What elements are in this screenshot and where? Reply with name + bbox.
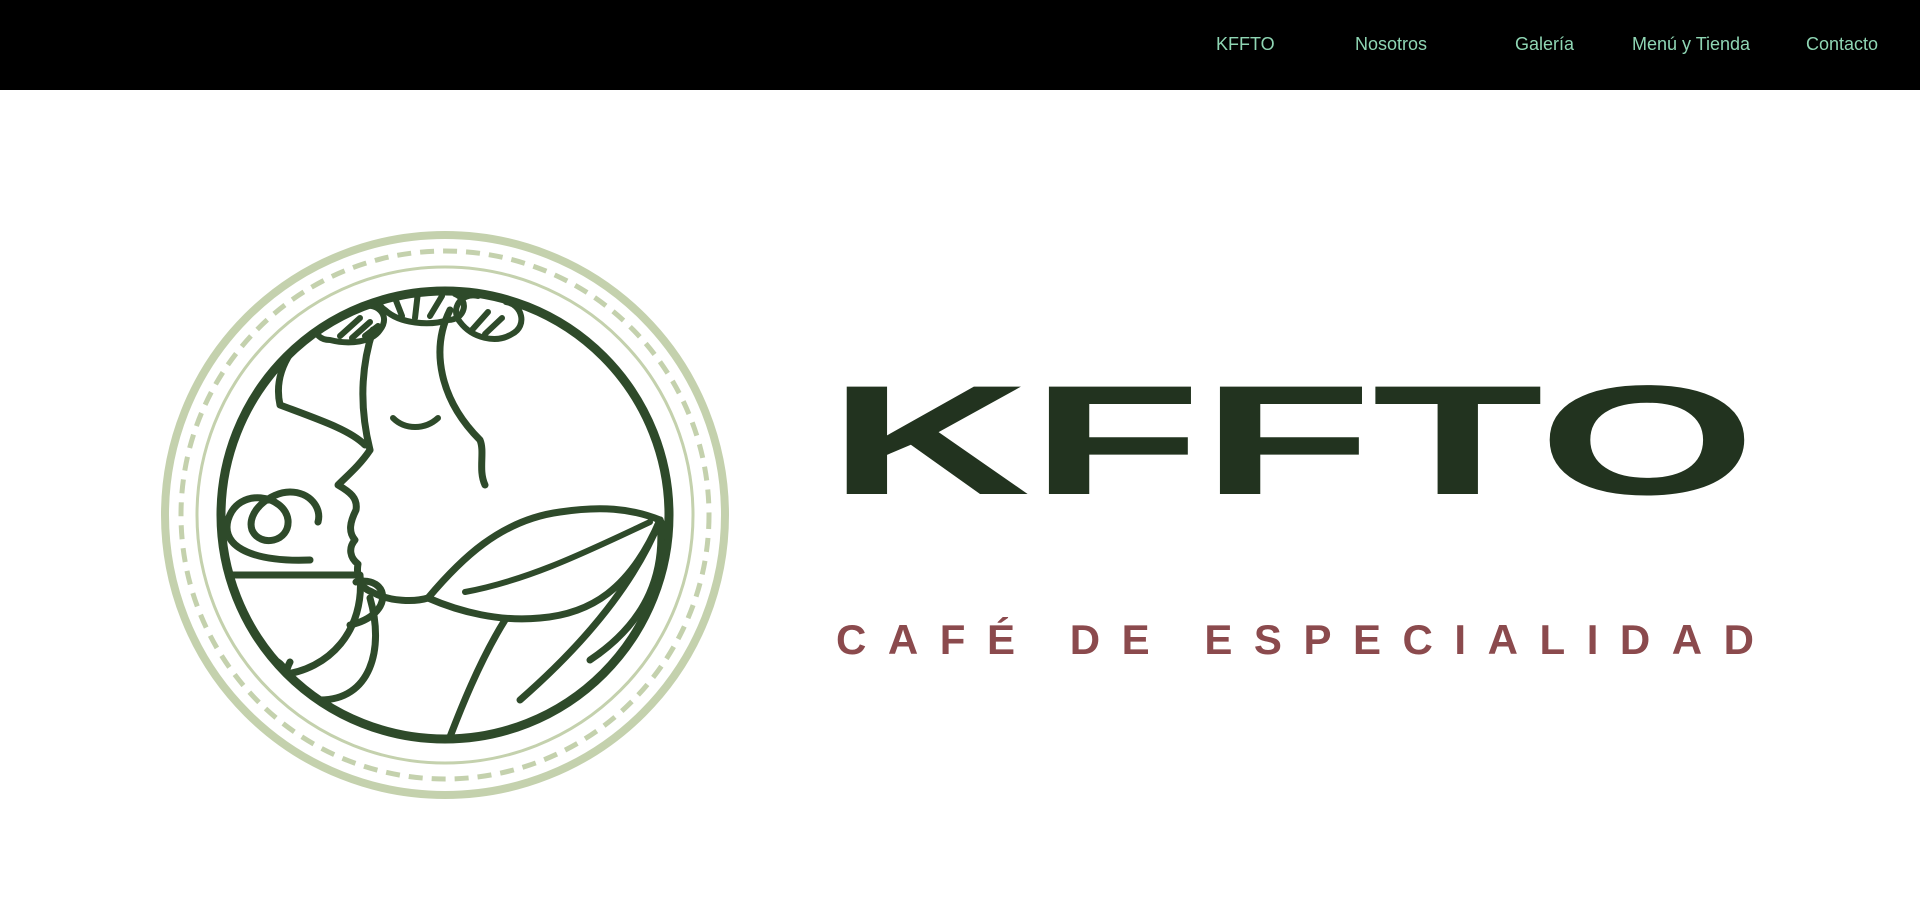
top-navigation-bar: KFFTO Nosotros Galería Menú y Tienda Con…	[0, 0, 1920, 90]
nav-link-nosotros[interactable]: Nosotros	[1355, 0, 1427, 90]
woman-with-coffee-cup-emblem-icon	[161, 231, 729, 799]
nav-link-menu-y-tienda[interactable]: Menú y Tienda	[1632, 0, 1750, 90]
nav-link-contacto[interactable]: Contacto	[1806, 0, 1878, 90]
hero-section: KFFTO CAFÉ DE ESPECIALIDAD	[0, 90, 1920, 924]
nav-link-galeria[interactable]: Galería	[1515, 0, 1574, 90]
brand-wordmark: KFFTO	[828, 382, 1756, 500]
tagline: CAFÉ DE ESPECIALIDAD	[836, 616, 1754, 660]
tagline-text: CAFÉ DE ESPECIALIDAD	[836, 616, 1754, 660]
nav-link-kffto[interactable]: KFFTO	[1216, 0, 1275, 90]
brand-name-text: KFFTO	[828, 382, 1756, 500]
